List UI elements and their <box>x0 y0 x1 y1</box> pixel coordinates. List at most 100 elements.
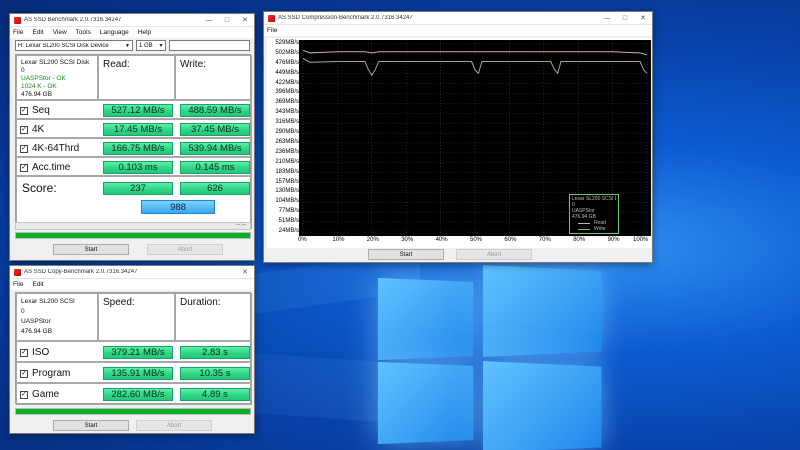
minimize-icon[interactable]: — <box>200 14 218 26</box>
y-tick-label: 51MB/s <box>267 218 299 224</box>
chart-legend: Lexar SL200 SCSI Dis 0 UASPStor 476.94 G… <box>569 194 619 234</box>
program-duration-value: 10.35 s <box>180 367 250 380</box>
benchmark-titlebar[interactable]: AS SSD Benchmark 2.0.7316.34247 — □ ✕ <box>10 14 254 27</box>
start-button[interactable]: Start <box>368 249 444 260</box>
menu-bar: File Edit <box>10 279 254 290</box>
duration-header: Duration: <box>180 297 221 308</box>
iso-speed-value: 379.21 MB/s <box>103 346 173 359</box>
y-tick-label: 130MB/s <box>267 188 299 194</box>
score-read: 237 <box>103 182 173 195</box>
x-tick-label: 50% <box>470 237 482 243</box>
time-bar: --:-- <box>15 222 251 230</box>
abort-button[interactable]: Abort <box>136 420 212 431</box>
table-row: ✓ 4K-64Thrd 166.75 MB/s 539.94 MB/s <box>16 138 252 157</box>
compression-titlebar[interactable]: AS SSD Compression-Benchmark 2.0.7316.34… <box>264 12 652 25</box>
y-tick-label: 157MB/s <box>267 179 299 185</box>
y-tick-label: 476MB/s <box>267 60 299 66</box>
speed-header-cell: Speed: <box>98 293 175 341</box>
drive-capacity: 476.94 GB <box>21 327 93 337</box>
row-label-text: 4K <box>32 124 44 135</box>
alignment-status: 1024 K - OK <box>21 83 93 91</box>
close-icon[interactable]: ✕ <box>236 14 254 26</box>
window-title: AS SSD Benchmark 2.0.7316.34247 <box>24 17 200 23</box>
minimize-icon[interactable]: — <box>598 12 616 24</box>
menu-language[interactable]: Language <box>100 29 129 36</box>
chevron-down-icon: ▼ <box>123 43 132 49</box>
y-tick-label: 77MB/s <box>267 208 299 214</box>
start-button[interactable]: Start <box>53 244 129 255</box>
x-tick-label: 10% <box>332 237 344 243</box>
drive-name: Lexar SL200 SCSI <box>21 297 93 307</box>
close-icon[interactable]: ✕ <box>236 266 254 278</box>
x-tick-label: 0% <box>298 237 307 243</box>
drive-select[interactable]: H: Lexar SL200 SCSI Disk Device ▼ <box>15 40 133 51</box>
progress-fill <box>16 233 250 238</box>
menu-tools[interactable]: Tools <box>76 29 91 36</box>
checkbox[interactable]: ✓ <box>20 391 28 399</box>
menu-bar: File <box>264 25 652 36</box>
window-title: AS SSD Copy-Benchmark 2.0.7316.34247 <box>24 269 236 275</box>
menu-help[interactable]: Help <box>138 29 151 36</box>
menu-view[interactable]: View <box>53 29 67 36</box>
4k64-write-value: 539.94 MB/s <box>180 142 250 155</box>
size-select[interactable]: 1 GB ▼ <box>136 40 166 51</box>
legend-drive-name: Lexar SL200 SCSI Dis <box>572 196 616 202</box>
x-tick-label: 30% <box>401 237 413 243</box>
menu-file[interactable]: File <box>267 27 277 34</box>
results-panel: Lexar SL200 SCSI Disk 0 UASPStor - OK 10… <box>15 54 251 228</box>
close-icon[interactable]: ✕ <box>634 12 652 24</box>
y-tick-label: 263MB/s <box>267 139 299 145</box>
read-header: Read: <box>103 59 130 70</box>
windows-logo <box>378 268 608 450</box>
legend-write-swatch <box>578 229 590 230</box>
maximize-icon[interactable]: □ <box>616 12 634 24</box>
checkbox[interactable]: ✓ <box>20 370 28 378</box>
copy-benchmark-window: AS SSD Copy-Benchmark 2.0.7316.34247 ✕ F… <box>9 265 255 434</box>
abort-button[interactable]: Abort <box>147 244 223 255</box>
checkbox[interactable]: ✓ <box>20 126 28 134</box>
menu-file[interactable]: File <box>13 281 23 288</box>
table-row: ✓ Acc.time 0.103 ms 0.145 ms <box>16 157 252 176</box>
duration-header-cell: Duration: <box>175 293 252 341</box>
row-label: ✓ Program <box>20 368 70 379</box>
score-total: 988 <box>141 200 215 214</box>
checkbox[interactable]: ✓ <box>20 145 28 153</box>
row-label: ✓ Seq <box>20 105 50 116</box>
y-tick-label: 104MB/s <box>267 198 299 204</box>
x-tick-label: 20% <box>367 237 379 243</box>
read-header-cell: Read: <box>98 55 175 100</box>
checkbox[interactable]: ✓ <box>20 107 28 115</box>
abort-button[interactable]: Abort <box>456 249 532 260</box>
x-tick-label: 90% <box>608 237 620 243</box>
copy-titlebar[interactable]: AS SSD Copy-Benchmark 2.0.7316.34247 ✕ <box>10 266 254 279</box>
row-label-text: Acc.time <box>32 162 70 173</box>
write-header: Write: <box>180 59 206 70</box>
game-speed-value: 282.60 MB/s <box>103 388 173 401</box>
program-speed-value: 135.91 MB/s <box>103 367 173 380</box>
score-write: 626 <box>180 182 250 195</box>
y-tick-label: 449MB/s <box>267 70 299 76</box>
drive-capacity: 476.94 GB <box>21 91 93 99</box>
menu-edit[interactable]: Edit <box>32 281 43 288</box>
row-label: ✓ ISO <box>20 347 49 358</box>
write-header-cell: Write: <box>175 55 252 100</box>
row-label-text: 4K-64Thrd <box>32 143 79 154</box>
menu-edit[interactable]: Edit <box>32 29 43 36</box>
drive-select-value: H: Lexar SL200 SCSI Disk Device <box>18 43 123 49</box>
y-tick-label: 369MB/s <box>267 99 299 105</box>
checkbox[interactable]: ✓ <box>20 349 28 357</box>
row-label-text: Seq <box>32 105 50 116</box>
legend-write-label: Write <box>594 226 606 232</box>
maximize-icon[interactable]: □ <box>218 14 236 26</box>
y-tick-label: 529MB/s <box>267 40 299 46</box>
row-label: ✓ 4K-64Thrd <box>20 143 79 154</box>
y-tick-label: 316MB/s <box>267 119 299 125</box>
y-tick-label: 343MB/s <box>267 109 299 115</box>
start-button[interactable]: Start <box>53 420 129 431</box>
row-label-text: Game <box>32 389 59 400</box>
menu-file[interactable]: File <box>13 29 23 36</box>
checkbox[interactable]: ✓ <box>20 164 28 172</box>
table-row: ✓ Game 282.60 MB/s 4.89 s <box>16 383 252 405</box>
extra-input[interactable] <box>169 40 250 51</box>
compression-benchmark-window: AS SSD Compression-Benchmark 2.0.7316.34… <box>263 11 653 263</box>
